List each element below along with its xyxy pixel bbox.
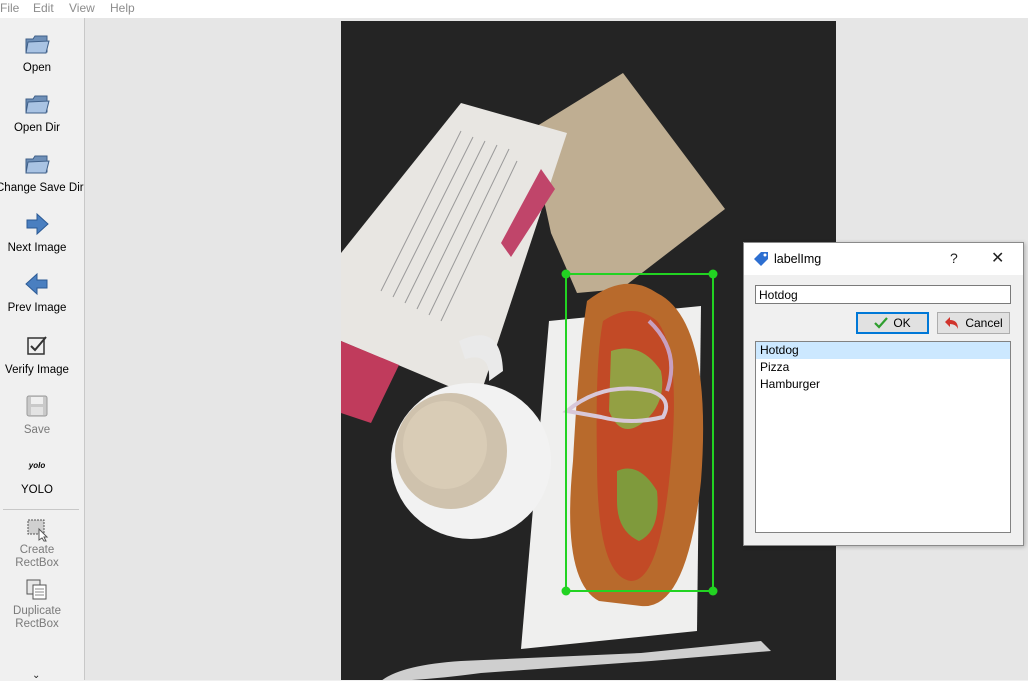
cancel-label: Cancel: [965, 316, 1003, 330]
menu-bar: File Edit View Help: [0, 0, 1028, 18]
folder-open-icon: [25, 155, 50, 174]
duplicate-rectbox-label: Duplicate RectBox: [13, 605, 61, 630]
save-label: Save: [23, 424, 51, 436]
checkbox-icon: [27, 336, 47, 355]
floppy-disk-icon: [26, 395, 48, 417]
help-icon[interactable]: ?: [950, 250, 958, 266]
toolbar: Open Open Dir Change Save Dir Next Image…: [0, 18, 85, 681]
tag-icon: [754, 252, 768, 266]
verify-image-button[interactable]: Verify Image: [0, 332, 74, 377]
prev-image-button[interactable]: Prev Image: [0, 270, 74, 315]
ok-button[interactable]: OK: [856, 312, 929, 334]
bbox-handle-top-left[interactable]: [561, 269, 571, 279]
ok-label: OK: [893, 316, 911, 330]
create-rectbox-label: Create RectBox: [15, 544, 59, 569]
open-button[interactable]: Open: [0, 30, 74, 75]
duplicate-rectbox-button[interactable]: Duplicate RectBox: [0, 576, 74, 631]
menu-edit[interactable]: Edit: [33, 1, 54, 15]
open-label: Open: [22, 62, 52, 74]
label-dialog: labelImg ? ✕ OK Cancel Hotdog Pizza Hamb…: [743, 242, 1024, 546]
toolbar-divider: [3, 509, 79, 510]
toolbar-extension-icon[interactable]: ⌄: [32, 670, 40, 681]
list-item[interactable]: Pizza: [756, 359, 1010, 376]
yolo-format-button[interactable]: yolo YOLO: [0, 452, 74, 497]
bbox-handle-bottom-right[interactable]: [708, 586, 718, 596]
next-image-button[interactable]: Next Image: [0, 210, 74, 255]
create-rectbox-icon: [27, 519, 49, 542]
list-item[interactable]: Hamburger: [756, 376, 1010, 393]
change-save-dir-label: Change Save Dir: [0, 182, 84, 194]
next-image-label: Next Image: [7, 242, 67, 254]
label-list[interactable]: Hotdog Pizza Hamburger: [755, 341, 1011, 533]
menu-help[interactable]: Help: [110, 1, 135, 15]
arrow-right-icon: [26, 212, 49, 236]
arrow-left-icon: [25, 272, 48, 296]
menu-view[interactable]: View: [69, 1, 95, 15]
verify-image-label: Verify Image: [5, 364, 69, 376]
bbox-handle-bottom-left[interactable]: [561, 586, 571, 596]
open-dir-label: Open Dir: [13, 122, 61, 134]
yolo-label: YOLO: [21, 484, 53, 496]
duplicate-icon: [26, 579, 47, 600]
create-rectbox-button[interactable]: Create RectBox: [0, 515, 74, 570]
change-save-dir-button[interactable]: Change Save Dir: [0, 150, 84, 195]
label-input[interactable]: [755, 285, 1011, 304]
yolo-icon: yolo: [28, 461, 46, 470]
bbox-handle-top-right[interactable]: [708, 269, 718, 279]
checkmark-icon: [874, 317, 889, 329]
dialog-titlebar[interactable]: labelImg ? ✕: [744, 243, 1023, 275]
dialog-title: labelImg: [774, 252, 822, 266]
folder-open-icon: [25, 35, 50, 54]
cancel-button[interactable]: Cancel: [937, 312, 1010, 334]
menu-file[interactable]: File: [0, 1, 19, 15]
list-item[interactable]: Hotdog: [756, 342, 1010, 359]
save-button[interactable]: Save: [0, 392, 74, 437]
close-icon[interactable]: ✕: [991, 248, 1004, 268]
prev-image-label: Prev Image: [7, 302, 67, 314]
folder-open-icon: [25, 95, 50, 114]
open-dir-button[interactable]: Open Dir: [0, 90, 74, 135]
undo-arrow-icon: [945, 317, 959, 329]
